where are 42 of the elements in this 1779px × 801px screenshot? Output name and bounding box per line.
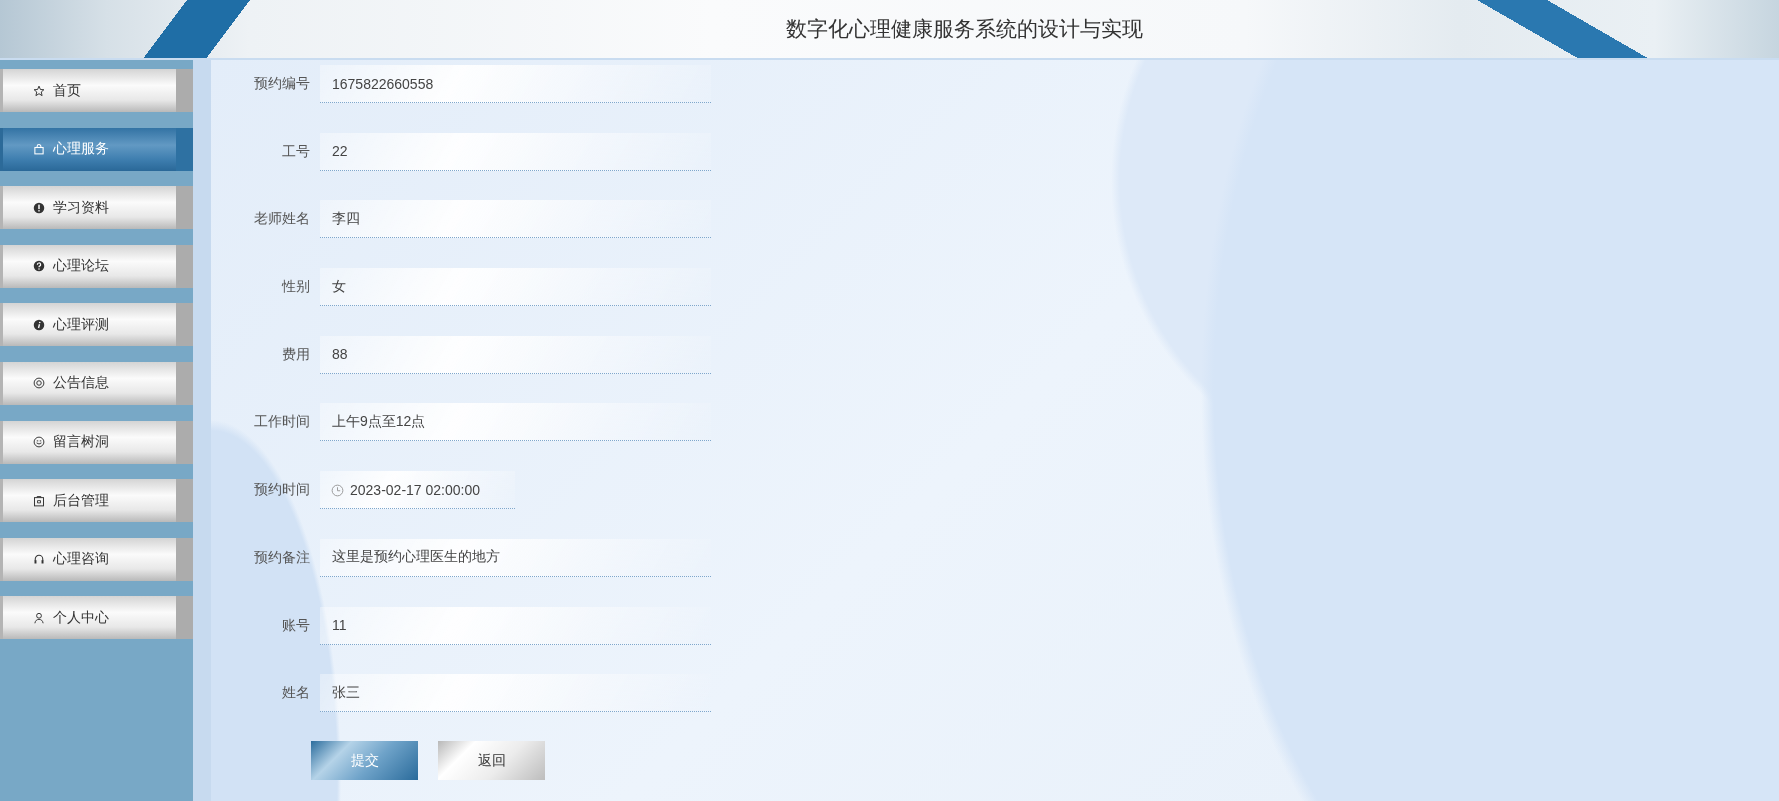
- field-label: 账号: [281, 616, 310, 635]
- field-label: 老师姓名: [253, 210, 310, 229]
- bag-icon: [33, 143, 45, 156]
- text-field[interactable]: 1675822660558: [320, 65, 711, 103]
- info-icon: [33, 318, 45, 331]
- text-field[interactable]: 张三: [320, 674, 711, 713]
- field-label: 预约编号: [253, 75, 310, 93]
- star-icon: [33, 84, 45, 97]
- field-label: 预约备注: [253, 548, 310, 567]
- field-label: 工号: [281, 142, 310, 161]
- smiley-icon: [33, 436, 45, 449]
- nav-item[interactable]: 后台管理: [0, 479, 193, 523]
- nav-item[interactable]: 学习资料: [0, 186, 193, 230]
- nav-item[interactable]: 公告信息: [0, 361, 193, 405]
- text-field[interactable]: 李四: [320, 200, 711, 239]
- text-field[interactable]: 女: [320, 268, 711, 307]
- nav-item[interactable]: 留言树洞: [0, 420, 193, 464]
- text-field[interactable]: 上午9点至12点: [320, 403, 711, 442]
- nav-item[interactable]: 心理评测: [0, 303, 193, 347]
- clock-icon: [331, 483, 344, 497]
- page-title: 数字化心理健康服务系统的设计与实现: [786, 16, 1143, 42]
- nav-item[interactable]: 心理咨询: [0, 537, 193, 581]
- double-ring-icon: [33, 377, 45, 390]
- field-label: 工作时间: [253, 413, 310, 432]
- text-field[interactable]: 22: [320, 132, 711, 171]
- field-label: 性别: [280, 278, 310, 297]
- date-field[interactable]: 2023-02-17 02:00:00: [320, 471, 515, 510]
- exclamation-icon: [33, 201, 45, 214]
- field-label: 预约时间: [253, 481, 310, 500]
- field-label: 姓名: [281, 684, 310, 703]
- user-icon: [33, 611, 45, 624]
- question-icon: [33, 260, 45, 273]
- text-field[interactable]: 88: [320, 335, 711, 374]
- nav-item[interactable]: 首页: [0, 69, 193, 112]
- text-field[interactable]: 这里是预约心理医生的地方: [320, 538, 711, 577]
- text-field[interactable]: 11: [320, 606, 711, 645]
- nav-item[interactable]: 心理论坛: [0, 244, 193, 288]
- field-label: 费用: [281, 345, 310, 364]
- nav-item[interactable]: 个人中心: [0, 596, 193, 640]
- box-icon: [33, 494, 45, 507]
- back-button[interactable]: 返回: [438, 741, 545, 781]
- headset-icon: [33, 553, 45, 566]
